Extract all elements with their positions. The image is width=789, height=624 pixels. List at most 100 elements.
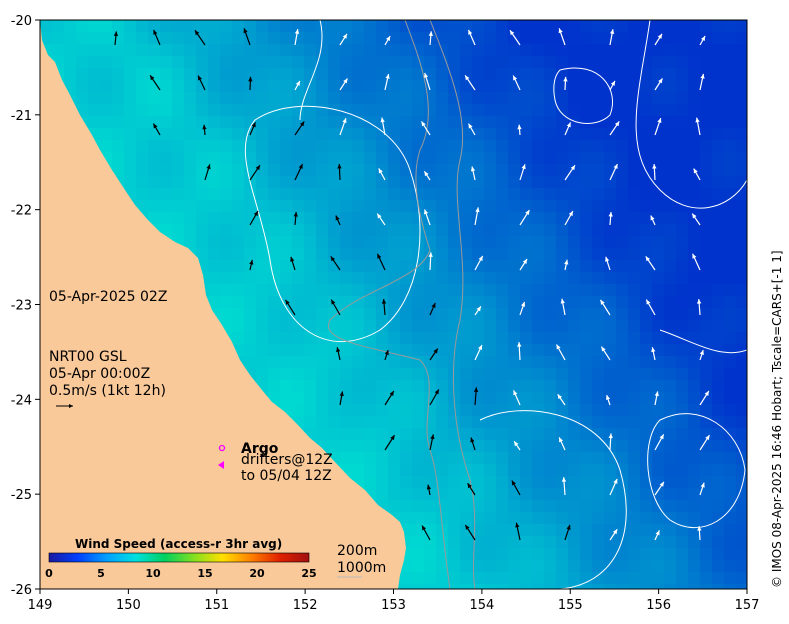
wind-speed-cell <box>448 440 460 452</box>
wind-speed-cell <box>628 68 640 80</box>
wind-speed-cell <box>340 260 352 272</box>
wind-speed-cell <box>400 500 412 512</box>
wind-speed-cell <box>352 320 364 332</box>
wind-speed-cell <box>640 368 652 380</box>
wind-speed-cell <box>484 188 496 200</box>
wind-speed-cell <box>688 428 700 440</box>
wind-speed-cell <box>460 320 472 332</box>
wind-speed-cell <box>664 500 676 512</box>
wind-speed-cell <box>532 152 544 164</box>
plot-area <box>40 20 747 589</box>
wind-speed-cell <box>520 56 532 68</box>
wind-speed-cell <box>532 404 544 416</box>
wind-speed-cell <box>316 164 328 176</box>
wind-speed-cell <box>460 416 472 428</box>
wind-speed-cell <box>244 224 256 236</box>
wind-speed-cell <box>196 80 208 92</box>
wind-speed-cell <box>628 32 640 44</box>
wind-speed-cell <box>712 176 724 188</box>
wind-speed-cell <box>388 236 400 248</box>
wind-speed-cell <box>184 128 196 140</box>
wind-speed-cell <box>232 92 244 104</box>
wind-speed-cell <box>256 296 268 308</box>
wind-speed-cell <box>652 452 664 464</box>
depth-1000-label: 1000m <box>337 560 386 576</box>
wind-speed-cell <box>568 224 580 236</box>
wind-speed-cell <box>484 80 496 92</box>
wind-speed-cell <box>676 272 688 284</box>
wind-speed-cell <box>208 20 220 32</box>
wind-speed-cell <box>388 248 400 260</box>
wind-speed-cell <box>352 20 364 32</box>
wind-speed-cell <box>172 128 184 140</box>
wind-speed-cell <box>724 212 736 224</box>
wind-speed-cell <box>448 416 460 428</box>
wind-speed-cell <box>400 284 412 296</box>
wind-speed-cell <box>520 176 532 188</box>
wind-speed-cell <box>616 284 628 296</box>
wind-speed-cell <box>400 212 412 224</box>
wind-speed-cell <box>496 104 508 116</box>
wind-speed-cell <box>304 20 316 32</box>
wind-speed-cell <box>508 200 520 212</box>
wind-speed-cell <box>304 176 316 188</box>
wind-speed-cell <box>196 236 208 248</box>
wind-speed-cell <box>316 356 328 368</box>
wind-speed-cell <box>172 32 184 44</box>
wind-speed-cell <box>676 308 688 320</box>
wind-speed-cell <box>460 500 472 512</box>
wind-speed-cell <box>676 140 688 152</box>
wind-speed-cell <box>568 128 580 140</box>
wind-speed-cell <box>412 500 424 512</box>
wind-speed-cell <box>556 500 568 512</box>
wind-speed-cell <box>628 452 640 464</box>
wind-speed-cell <box>700 464 712 476</box>
wind-speed-cell <box>304 44 316 56</box>
wind-speed-cell <box>376 428 388 440</box>
wind-speed-cell <box>280 236 292 248</box>
wind-speed-cell <box>244 104 256 116</box>
wind-speed-cell <box>556 80 568 92</box>
wind-speed-cell <box>520 452 532 464</box>
wind-speed-cell <box>616 260 628 272</box>
wind-speed-cell <box>388 92 400 104</box>
wind-speed-cell <box>652 284 664 296</box>
wind-speed-cell <box>544 200 556 212</box>
wind-speed-cell <box>292 356 304 368</box>
wind-speed-cell <box>460 176 472 188</box>
wind-speed-cell <box>688 284 700 296</box>
wind-speed-cell <box>580 260 592 272</box>
wind-speed-cell <box>364 380 376 392</box>
wind-speed-cell <box>676 548 688 560</box>
wind-speed-cell <box>388 68 400 80</box>
wind-speed-cell <box>496 248 508 260</box>
wind-speed-cell <box>712 524 724 536</box>
wind-speed-cell <box>652 320 664 332</box>
wind-speed-cell <box>460 512 472 524</box>
wind-speed-cell <box>664 44 676 56</box>
wind-speed-cell <box>700 332 712 344</box>
wind-speed-cell <box>172 68 184 80</box>
wind-speed-cell <box>652 68 664 80</box>
wind-speed-cell <box>628 200 640 212</box>
wind-speed-cell <box>208 80 220 92</box>
wind-speed-cell <box>724 584 736 589</box>
wind-speed-cell <box>484 68 496 80</box>
wind-speed-cell <box>580 92 592 104</box>
wind-speed-cell <box>328 20 340 32</box>
wind-speed-cell <box>688 356 700 368</box>
wind-speed-cell <box>436 440 448 452</box>
colorbar-tick-label: 15 <box>197 567 212 580</box>
wind-speed-cell <box>496 92 508 104</box>
wind-speed-cell <box>304 128 316 140</box>
wind-speed-cell <box>436 452 448 464</box>
wind-speed-cell <box>340 368 352 380</box>
wind-speed-cell <box>340 452 352 464</box>
wind-speed-cell <box>160 128 172 140</box>
wind-speed-cell <box>688 512 700 524</box>
wind-speed-cell <box>556 248 568 260</box>
wind-speed-cell <box>520 200 532 212</box>
wind-speed-cell <box>484 476 496 488</box>
wind-speed-cell <box>616 80 628 92</box>
wind-speed-cell <box>640 56 652 68</box>
